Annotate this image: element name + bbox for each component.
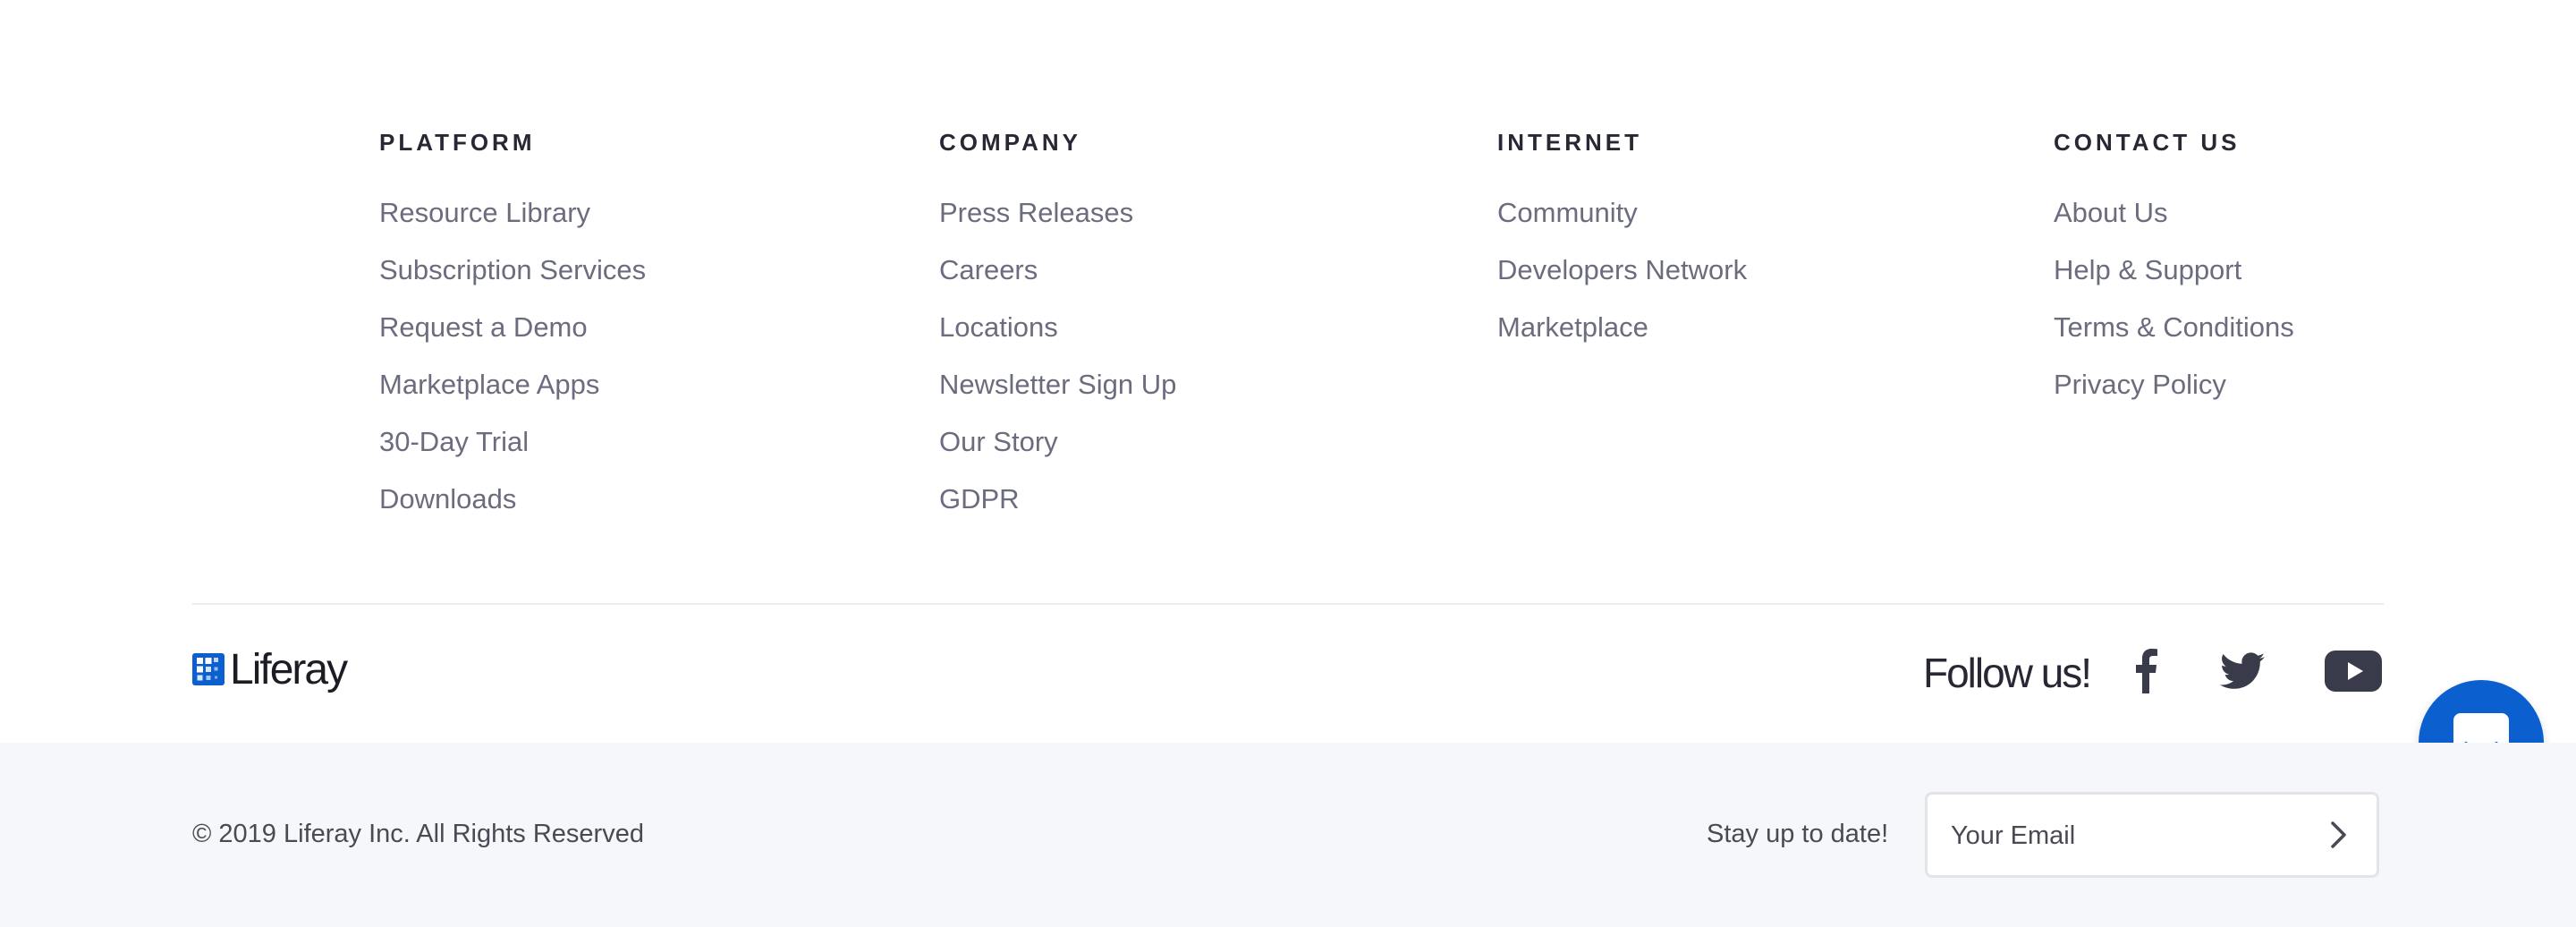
email-input[interactable]	[1949, 795, 2310, 877]
footer-link[interactable]: Developers Network	[1497, 254, 1747, 285]
footer-bottom-bar: © 2019 Liferay Inc. All Rights Reserved …	[0, 743, 2576, 927]
facebook-link[interactable]	[2116, 646, 2175, 696]
liferay-logo-icon	[192, 653, 225, 685]
footer-column-contact-us: CONTACT US About Us Help & Support Terms…	[2054, 123, 2294, 413]
link-list: Press Releases Careers Locations Newslet…	[939, 184, 1176, 528]
footer-link[interactable]: Community	[1497, 197, 1638, 228]
newsletter-submit-button[interactable]	[2314, 810, 2364, 860]
footer-link[interactable]: 30-Day Trial	[379, 426, 529, 457]
footer-link[interactable]: GDPR	[939, 483, 1020, 515]
footer-link[interactable]: About Us	[2054, 197, 2168, 228]
copyright-text: © 2019 Liferay Inc. All Rights Reserved	[192, 820, 644, 848]
footer-divider	[192, 603, 2384, 605]
footer-links-section: PLATFORM Resource Library Subscription S…	[0, 0, 2576, 805]
link-list: Community Developers Network Marketplace	[1497, 184, 1747, 356]
footer-link[interactable]: Locations	[939, 311, 1058, 343]
youtube-icon	[2325, 651, 2382, 692]
chevron-right-icon	[2331, 821, 2346, 848]
footer-link[interactable]: Marketplace	[1497, 311, 1648, 343]
link-list: Resource Library Subscription Services R…	[379, 184, 646, 528]
follow-us-label: Follow us!	[1923, 650, 2092, 696]
footer-link[interactable]: Newsletter Sign Up	[939, 369, 1176, 400]
footer-link[interactable]: Help & Support	[2054, 254, 2241, 285]
column-heading: INTERNET	[1497, 129, 1642, 156]
footer-link[interactable]: Terms & Conditions	[2054, 311, 2294, 343]
footer-link[interactable]: Request a Demo	[379, 311, 588, 343]
logo-wordmark: Liferay	[230, 645, 348, 693]
facebook-icon	[2136, 649, 2157, 693]
column-heading: COMPANY	[939, 129, 1081, 156]
footer-link[interactable]: Subscription Services	[379, 254, 646, 285]
link-list: About Us Help & Support Terms & Conditio…	[2054, 184, 2294, 413]
footer-link[interactable]: Privacy Policy	[2054, 369, 2226, 400]
footer-link[interactable]: Press Releases	[939, 197, 1133, 228]
newsletter-label: Stay up to date!	[1707, 820, 1889, 848]
footer-column-company: COMPANY Press Releases Careers Locations…	[939, 123, 1176, 528]
column-heading: PLATFORM	[379, 129, 536, 156]
footer-link[interactable]: Downloads	[379, 483, 516, 515]
footer-link[interactable]: Careers	[939, 254, 1038, 285]
footer-link[interactable]: Resource Library	[379, 197, 590, 228]
column-heading: CONTACT US	[2054, 129, 2241, 156]
twitter-icon	[2220, 652, 2265, 689]
liferay-logo[interactable]: Liferay	[192, 642, 348, 696]
footer-link[interactable]: Marketplace Apps	[379, 369, 599, 400]
footer-column-internet: INTERNET Community Developers Network Ma…	[1497, 123, 1747, 356]
newsletter-form	[1925, 792, 2379, 878]
footer-column-platform: PLATFORM Resource Library Subscription S…	[379, 123, 646, 528]
footer-link[interactable]: Our Story	[939, 426, 1058, 457]
youtube-link[interactable]	[2324, 646, 2383, 696]
twitter-link[interactable]	[2213, 646, 2272, 696]
